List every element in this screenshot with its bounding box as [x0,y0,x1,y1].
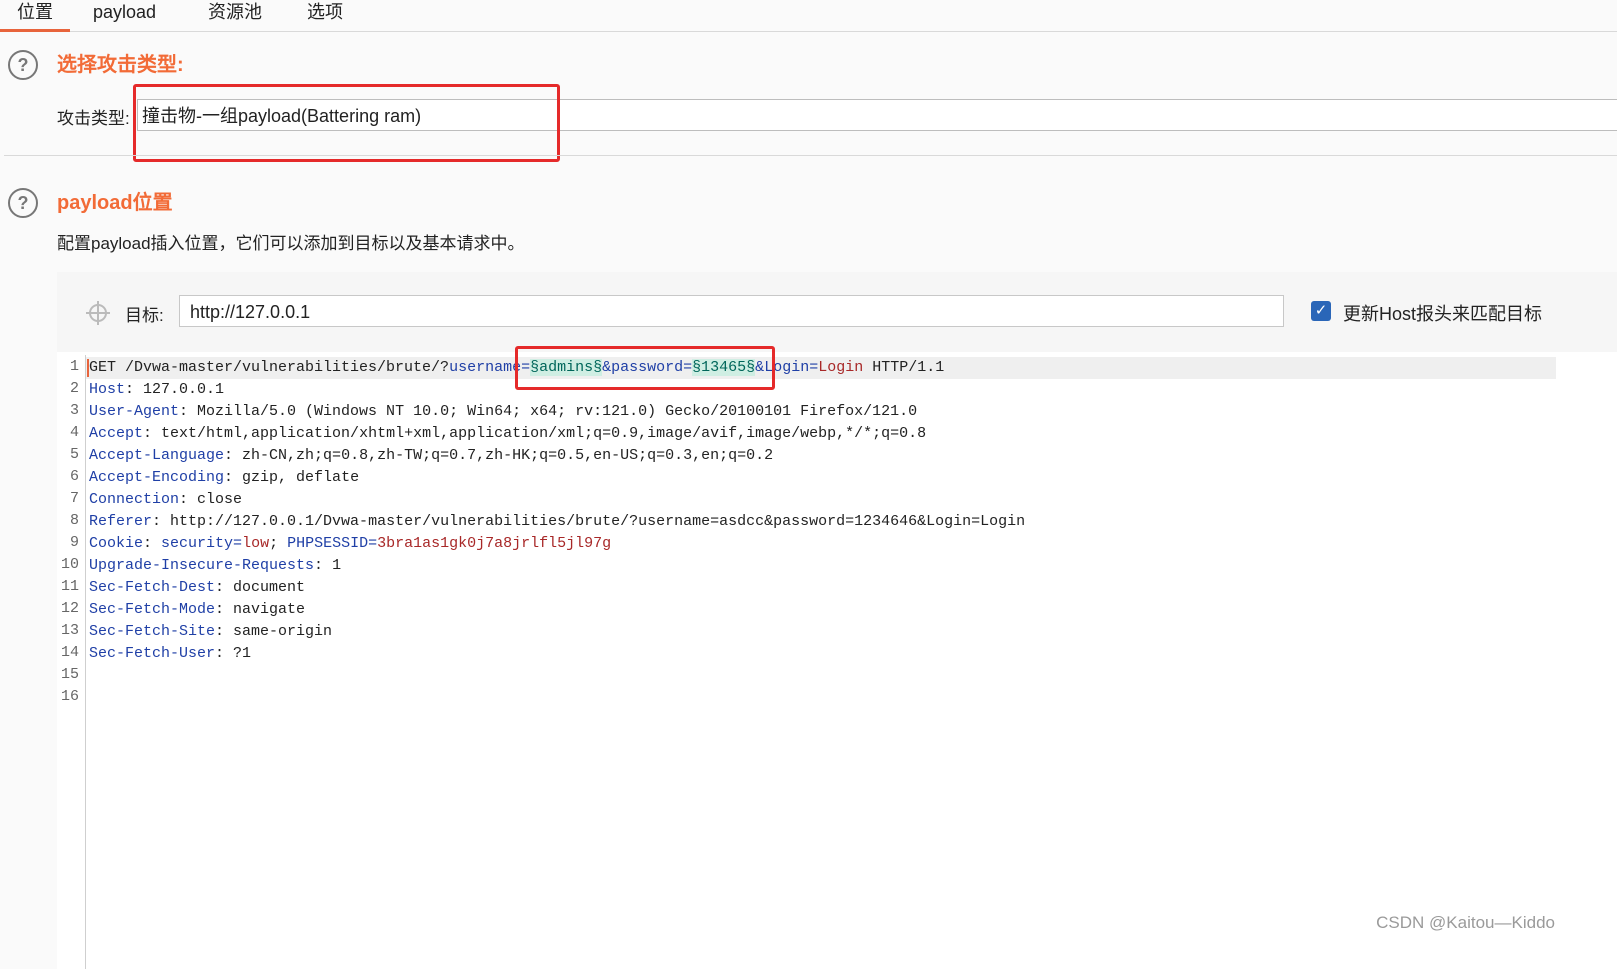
param-name: password [611,359,684,376]
header-name: User-Agent [89,403,180,420]
attack-type-select[interactable]: 撞击物-一组payload(Battering ram) [137,99,1617,131]
payload-marker-password[interactable]: §13465§ [692,359,756,376]
update-host-label: 更新Host报头来匹配目标 [1343,304,1543,324]
tab-options[interactable]: 选项 [307,0,343,29]
line-number: 16 [60,688,79,705]
header-value: close [197,491,243,508]
equals: = [521,359,531,376]
cookie-separator: ; [269,535,288,552]
header-line: Sec-Fetch-User: ?1 [89,645,252,662]
cookie-value: 3bra1as1gk0j7a8jrlfl5jl97g [377,535,612,552]
cookie-value: low [242,535,270,552]
request-editor[interactable]: GET /Dvwa-master/vulnerabilities/brute/?… [86,355,1556,969]
tab-payloads[interactable]: payload [93,0,156,29]
target-label: 目标: [125,306,164,325]
header-name: Upgrade-Insecure-Requests [89,557,315,574]
watermark: CSDN @Kaitou—Kiddo [1376,913,1555,932]
cookie-line: Cookie: security=low; PHPSESSID=3bra1as1… [89,535,612,552]
method-path: GET /Dvwa-master/vulnerabilities/brute/? [89,359,450,376]
header-value: ?1 [233,645,252,662]
header-value: zh-CN,zh;q=0.8,zh-TW;q=0.7,zh-HK;q=0.5,e… [242,447,774,464]
tab-positions[interactable]: 位置 [0,0,70,32]
ampersand: & [755,359,765,376]
header-name: Sec-Fetch-User [89,645,216,662]
line-number: 6 [69,468,79,485]
ampersand: & [602,359,612,376]
cookie-key: security [161,535,234,552]
header-name: Referer [89,513,153,530]
line-number: 15 [60,666,79,683]
header-value: gzip, deflate [242,469,360,486]
param-name: Login [764,359,810,376]
line-number-gutter: 1 2 3 4 5 6 7 8 9 10 11 12 13 14 15 16 [57,355,86,969]
header-line: Sec-Fetch-Site: same-origin [89,623,333,640]
header-value: same-origin [233,623,333,640]
param-name: username [449,359,522,376]
header-name: Accept-Encoding [89,469,225,486]
line-number: 8 [69,512,79,529]
equals: = [683,359,693,376]
http-version: HTTP/1.1 [863,359,945,376]
header-name: Sec-Fetch-Dest [89,579,216,596]
line-number: 10 [60,556,79,573]
line-number: 13 [60,622,79,639]
line-number: 9 [69,534,79,551]
header-value: Mozilla/5.0 (Windows NT 10.0; Win64; x64… [197,403,918,420]
payload-positions-description: 配置payload插入位置，它们可以添加到目标以及基本请求中。 [57,234,525,253]
equals: = [809,359,819,376]
header-line: Sec-Fetch-Mode: navigate [89,601,306,618]
header-line: Accept-Encoding: gzip, deflate [89,469,360,486]
line-number: 3 [69,402,79,419]
header-value: navigate [233,601,306,618]
header-value: 1 [332,557,342,574]
line-number: 14 [60,644,79,661]
header-name: Host [89,381,126,398]
param-value: Login [818,359,864,376]
tab-bar: 位置 payload 资源池 选项 [0,0,1617,32]
line-number: 11 [60,578,79,595]
header-value: document [233,579,306,596]
attack-type-title: 选择攻击类型: [57,54,184,76]
header-line: Sec-Fetch-Dest: document [89,579,306,596]
header-line: Upgrade-Insecure-Requests: 1 [89,557,342,574]
header-line: User-Agent: Mozilla/5.0 (Windows NT 10.0… [89,403,918,420]
header-value: 127.0.0.1 [143,381,225,398]
payload-positions-title: payload位置 [57,192,173,214]
payload-marker-username[interactable]: §admins§ [530,359,603,376]
line-number: 5 [69,446,79,463]
header-line: Referer: http://127.0.0.1/Dvwa-master/vu… [89,513,1026,530]
line-number: 4 [69,424,79,441]
request-line: GET /Dvwa-master/vulnerabilities/brute/?… [89,357,944,379]
header-name: Accept [89,425,144,442]
header-line: Host: 127.0.0.1 [89,381,225,398]
header-name: Connection [89,491,180,508]
line-number: 2 [69,380,79,397]
section-divider [4,155,1617,156]
target-input[interactable]: http://127.0.0.1 [179,295,1284,327]
header-value: http://127.0.0.1/Dvwa-master/vulnerabili… [170,513,1026,530]
line-number: 7 [69,490,79,507]
header-value: text/html,application/xhtml+xml,applicat… [161,425,927,442]
attack-type-label: 攻击类型: [57,109,130,128]
target-row: 目标: http://127.0.0.1 ✓ 更新Host报头来匹配目标 [57,272,1617,352]
update-host-checkbox[interactable]: ✓ [1311,301,1331,321]
header-name: Sec-Fetch-Site [89,623,216,640]
header-name: Sec-Fetch-Mode [89,601,216,618]
help-icon[interactable]: ? [8,188,38,218]
crosshair-icon[interactable] [86,301,110,325]
cookie-key: PHPSESSID [287,535,369,552]
help-icon[interactable]: ? [8,50,38,80]
header-line: Accept: text/html,application/xhtml+xml,… [89,425,927,442]
header-name: Cookie [89,535,144,552]
line-number: 12 [60,600,79,617]
header-line: Connection: close [89,491,243,508]
tab-resource-pool[interactable]: 资源池 [208,0,262,29]
line-number: 1 [69,358,79,375]
header-line: Accept-Language: zh-CN,zh;q=0.8,zh-TW;q=… [89,447,774,464]
header-name: Accept-Language [89,447,225,464]
